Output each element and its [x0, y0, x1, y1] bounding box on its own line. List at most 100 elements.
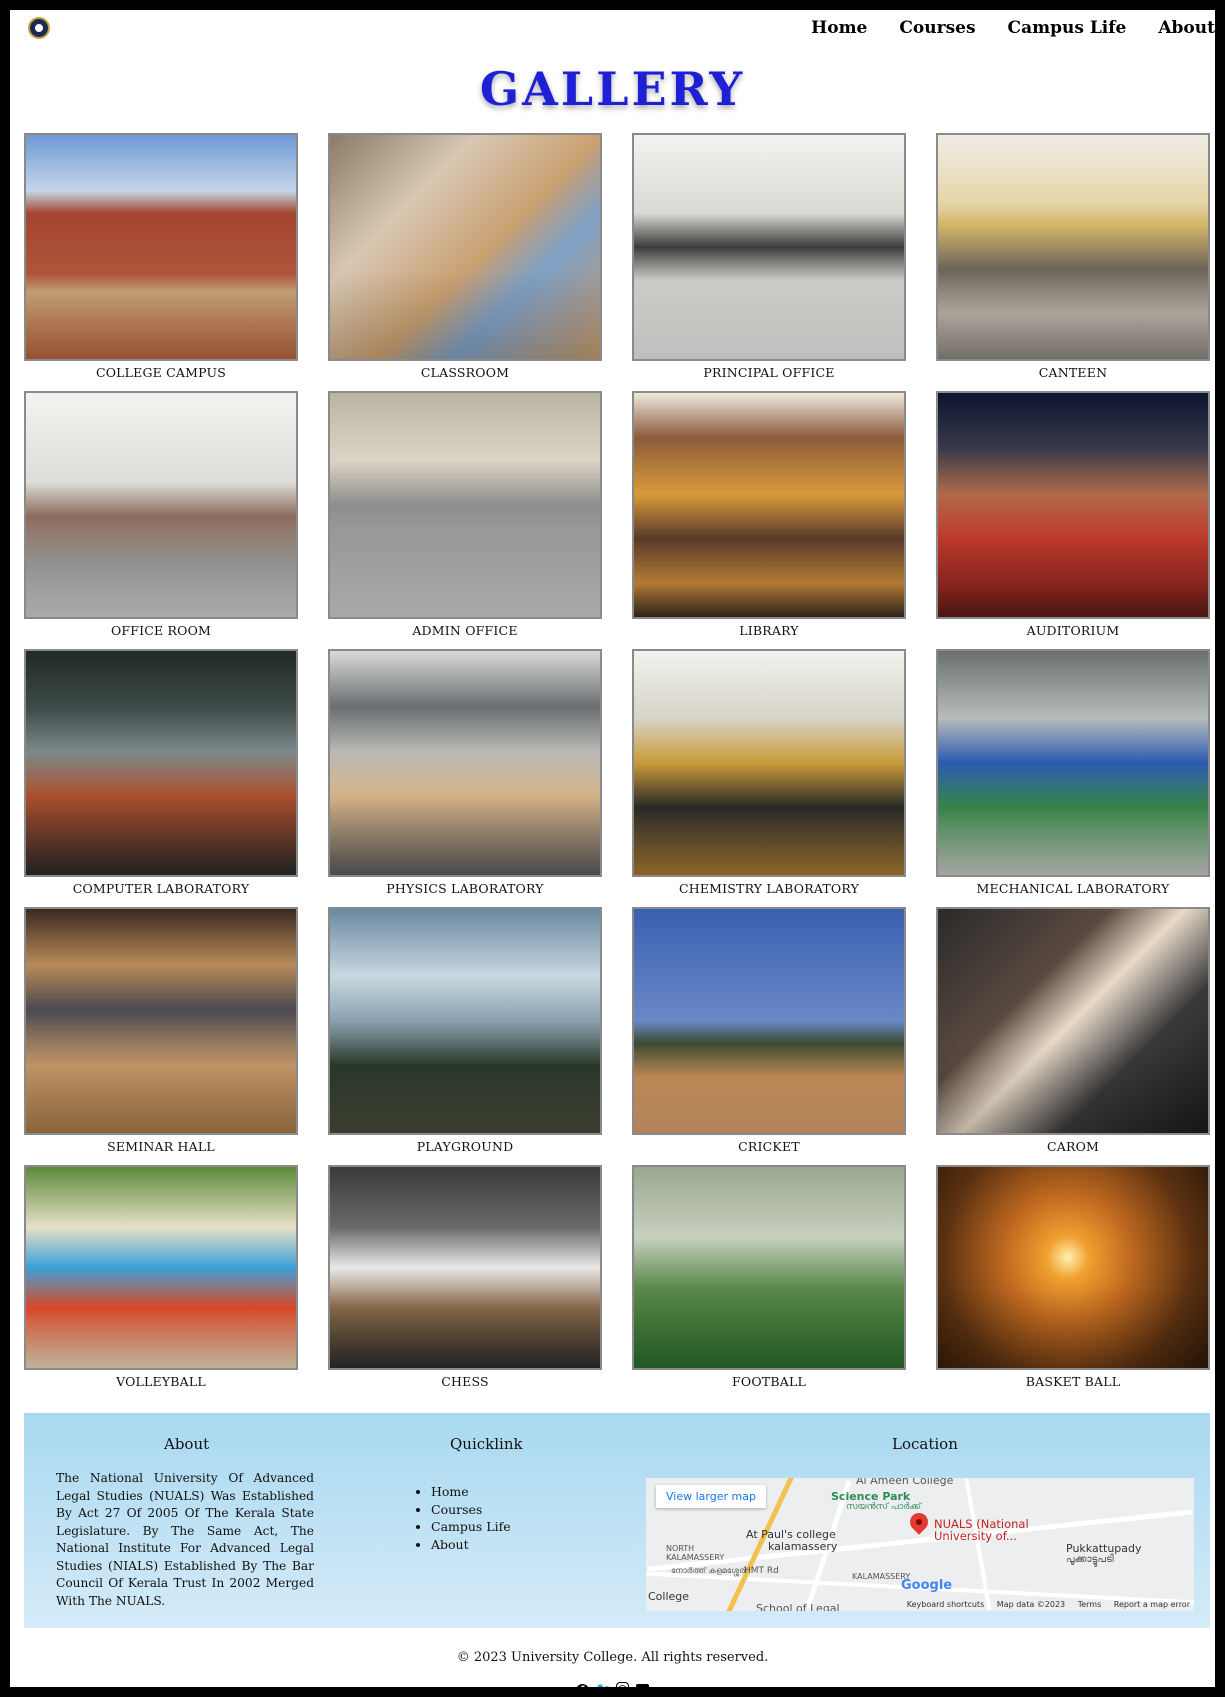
- college-campus-image[interactable]: [24, 133, 298, 361]
- gallery-caption: PLAYGROUND: [416, 1139, 514, 1154]
- copyright-text: © 2023 University College. All rights re…: [456, 1650, 769, 1665]
- gallery-caption: VOLLEYBALL: [116, 1374, 206, 1389]
- library-image[interactable]: [632, 391, 906, 619]
- terms-link[interactable]: Terms: [1078, 1600, 1102, 1609]
- gallery-item[interactable]: CRICKET: [632, 907, 906, 1165]
- gallery-item[interactable]: CANTEEN: [936, 133, 1210, 391]
- map-pin-icon[interactable]: [906, 1509, 932, 1535]
- gallery-caption: COLLEGE CAMPUS: [95, 365, 227, 380]
- gallery-caption: CRICKET: [738, 1139, 800, 1154]
- gallery-item[interactable]: PLAYGROUND: [328, 907, 602, 1165]
- gallery-grid: COLLEGE CAMPUS CLASSROOM PRINCIPAL OFFIC…: [24, 133, 1210, 1395]
- map-label: സയൻസ് പാർക്ക്: [846, 1502, 921, 1512]
- footer-link-campus-life[interactable]: Campus Life: [431, 1518, 511, 1536]
- office-room-image[interactable]: [24, 391, 298, 619]
- gallery-caption: SEMINAR HALL: [107, 1139, 215, 1154]
- gallery-item[interactable]: VOLLEYBALL: [24, 1165, 298, 1395]
- gallery-item[interactable]: MECHANICAL LABORATORY: [936, 649, 1210, 907]
- google-logo: Google: [901, 1578, 953, 1593]
- footer-about-text: The National University Of Advanced Lega…: [56, 1471, 314, 1608]
- gallery-item[interactable]: COMPUTER LABORATORY: [24, 649, 298, 907]
- linkedin-icon[interactable]: in: [636, 1684, 650, 1687]
- instagram-icon[interactable]: ◎: [616, 1682, 630, 1687]
- gallery-caption: LIBRARY: [739, 623, 799, 638]
- map-label: School of Legal: [756, 1602, 840, 1611]
- footer-about-heading: About: [164, 1435, 210, 1453]
- footer-quicklinks: Home Courses Campus Life About: [413, 1483, 511, 1553]
- auditorium-image[interactable]: [936, 391, 1210, 619]
- gallery-caption: PHYSICS LABORATORY: [386, 881, 544, 896]
- gallery-item[interactable]: BASKET BALL: [936, 1165, 1210, 1395]
- playground-image[interactable]: [328, 907, 602, 1135]
- footer: About The National University Of Advance…: [24, 1413, 1210, 1628]
- chemistry-laboratory-image[interactable]: [632, 649, 906, 877]
- nav-home-link[interactable]: Home: [811, 18, 867, 38]
- gallery-item[interactable]: CHEMISTRY LABORATORY: [632, 649, 906, 907]
- canteen-image[interactable]: [936, 133, 1210, 361]
- map-label: kalamassery: [768, 1540, 838, 1553]
- principal-office-image[interactable]: [632, 133, 906, 361]
- mechanical-laboratory-image[interactable]: [936, 649, 1210, 877]
- gallery-item[interactable]: PHYSICS LABORATORY: [328, 649, 602, 907]
- page-frame: Home Courses Campus Life About GALLERY C…: [10, 10, 1215, 1687]
- physics-laboratory-image[interactable]: [328, 649, 602, 877]
- footer-link-about[interactable]: About: [431, 1536, 511, 1554]
- gallery-caption: COMPUTER LABORATORY: [72, 881, 250, 896]
- facebook-icon[interactable]: f: [575, 1684, 589, 1687]
- map-label: HMT Rd: [744, 1566, 779, 1576]
- admin-office-image[interactable]: [328, 391, 602, 619]
- gallery-item[interactable]: LIBRARY: [632, 391, 906, 649]
- gallery-item[interactable]: AUDITORIUM: [936, 391, 1210, 649]
- gallery-item[interactable]: CAROM: [936, 907, 1210, 1165]
- gallery-caption: CHESS: [441, 1374, 489, 1389]
- gallery-caption: CAROM: [1046, 1139, 1100, 1154]
- volleyball-image[interactable]: [24, 1165, 298, 1370]
- gallery-item[interactable]: OFFICE ROOM: [24, 391, 298, 649]
- top-nav: Home Courses Campus Life About: [779, 18, 1215, 38]
- gallery-item[interactable]: FOOTBALL: [632, 1165, 906, 1395]
- gallery-item[interactable]: CHESS: [328, 1165, 602, 1395]
- location-map[interactable]: Al Ameen College Science Park സയൻസ് പാർക…: [646, 1478, 1194, 1611]
- footer-quicklink-heading: Quicklink: [450, 1435, 523, 1453]
- gallery-item[interactable]: SEMINAR HALL: [24, 907, 298, 1165]
- basket-ball-image[interactable]: [936, 1165, 1210, 1370]
- football-image[interactable]: [632, 1165, 906, 1370]
- gallery-caption: MECHANICAL LABORATORY: [976, 881, 1170, 896]
- university-logo-icon[interactable]: [28, 17, 50, 39]
- view-larger-map-button[interactable]: View larger map: [656, 1485, 766, 1508]
- map-attribution: Keyboard shortcuts Map data ©2023 Terms …: [897, 1600, 1190, 1609]
- report-map-error-link[interactable]: Report a map error: [1114, 1600, 1190, 1609]
- chess-image[interactable]: [328, 1165, 602, 1370]
- page-title: GALLERY: [479, 62, 746, 116]
- twitter-icon[interactable]: 🐦: [596, 1683, 611, 1688]
- gallery-caption: AUDITORIUM: [1026, 623, 1120, 638]
- classroom-image[interactable]: [328, 133, 602, 361]
- social-links: f 🐦 ◎ in: [10, 1678, 1215, 1687]
- nav-about-link[interactable]: About: [1158, 18, 1215, 38]
- map-label: നോർത്ത് കളമശ്ശേരി: [671, 1566, 747, 1575]
- gallery-item[interactable]: CLASSROOM: [328, 133, 602, 391]
- gallery-caption: OFFICE ROOM: [110, 623, 212, 638]
- nav-campus-life-link[interactable]: Campus Life: [1008, 18, 1127, 38]
- map-label: NORTH KALAMASSERY: [666, 1544, 725, 1562]
- gallery-caption: PRINCIPAL OFFICE: [703, 365, 835, 380]
- gallery-caption: CLASSROOM: [420, 365, 510, 380]
- gallery-caption: ADMIN OFFICE: [412, 623, 518, 638]
- seminar-hall-image[interactable]: [24, 907, 298, 1135]
- gallery-item[interactable]: ADMIN OFFICE: [328, 391, 602, 649]
- computer-laboratory-image[interactable]: [24, 649, 298, 877]
- gallery-item[interactable]: PRINCIPAL OFFICE: [632, 133, 906, 391]
- footer-link-home[interactable]: Home: [431, 1483, 511, 1501]
- gallery-caption: BASKET BALL: [1025, 1374, 1121, 1389]
- gallery-caption: FOOTBALL: [732, 1374, 806, 1389]
- gallery-item[interactable]: COLLEGE CAMPUS: [24, 133, 298, 391]
- map-pin-label[interactable]: NUALS (National University of...: [934, 1518, 1044, 1542]
- map-label: College: [648, 1590, 690, 1603]
- keyboard-shortcuts-link[interactable]: Keyboard shortcuts: [907, 1600, 984, 1609]
- nav-courses-link[interactable]: Courses: [899, 18, 975, 38]
- carom-image[interactable]: [936, 907, 1210, 1135]
- map-label: പൂക്കാട്ടുപടി: [1066, 1554, 1114, 1565]
- cricket-image[interactable]: [632, 907, 906, 1135]
- gallery-caption: CHEMISTRY LABORATORY: [678, 881, 860, 896]
- footer-link-courses[interactable]: Courses: [431, 1501, 511, 1519]
